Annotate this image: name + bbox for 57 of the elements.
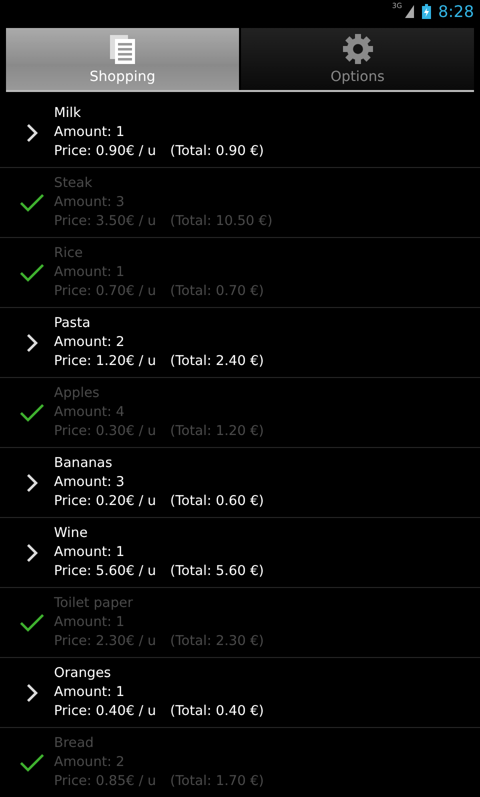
item-total: (Total: 0.60 €) bbox=[170, 492, 264, 511]
item-amount: Amount: 1 bbox=[54, 543, 126, 562]
item-price: Price: 0.40€ / u bbox=[54, 702, 156, 721]
tab[interactable]: Shopping bbox=[6, 28, 239, 90]
item-price: Price: 0.90€ / u bbox=[54, 142, 156, 161]
item-name: Steak bbox=[54, 174, 94, 193]
item-amount: Amount: 1 bbox=[54, 683, 126, 702]
checkmark-icon bbox=[19, 752, 45, 772]
item-price: Price: 0.30€ / u bbox=[54, 422, 156, 441]
item-total: (Total: 10.50 €) bbox=[170, 212, 273, 231]
chevron-right-icon[interactable] bbox=[26, 682, 38, 702]
item-name: Oranges bbox=[54, 664, 112, 683]
item-price: Price: 1.20€ / u bbox=[54, 352, 156, 371]
checkmark-icon bbox=[19, 402, 45, 422]
item-total: (Total: 1.70 €) bbox=[170, 772, 264, 791]
item-amount: Amount: 3 bbox=[54, 193, 126, 212]
chevron-right-icon[interactable] bbox=[26, 332, 38, 352]
item-total: (Total: 0.90 €) bbox=[170, 142, 264, 161]
item-name: Bread bbox=[54, 734, 95, 753]
item-total: (Total: 2.30 €) bbox=[170, 632, 264, 651]
item-name: Pasta bbox=[54, 314, 92, 333]
item-price: Price: 3.50€ / u bbox=[54, 212, 156, 231]
item-price: Price: 0.85€ / u bbox=[54, 772, 156, 791]
checkmark-icon bbox=[19, 612, 45, 632]
item-name: Wine bbox=[54, 524, 89, 543]
item-total: (Total: 0.40 €) bbox=[170, 702, 264, 721]
battery-charging-icon bbox=[422, 4, 432, 18]
item-name: Apples bbox=[54, 384, 100, 403]
chevron-right-icon[interactable] bbox=[26, 122, 38, 142]
item-total: (Total: 1.20 €) bbox=[170, 422, 264, 441]
item-amount: Amount: 1 bbox=[54, 263, 126, 282]
item-name: Bananas bbox=[54, 454, 114, 473]
item-total: (Total: 2.40 €) bbox=[170, 352, 264, 371]
clock-time: 8:28 bbox=[438, 2, 474, 20]
item-price: Price: 5.60€ / u bbox=[54, 562, 156, 581]
item-price: Price: 2.30€ / u bbox=[54, 632, 156, 651]
item-amount: Amount: 2 bbox=[54, 753, 126, 772]
item-amount: Amount: 4 bbox=[54, 403, 126, 422]
chevron-right-icon[interactable] bbox=[26, 472, 38, 492]
document-list-icon bbox=[108, 33, 138, 65]
item-total: (Total: 0.70 €) bbox=[170, 282, 264, 301]
item-price: Price: 0.70€ / u bbox=[54, 282, 156, 301]
item-amount: Amount: 2 bbox=[54, 333, 126, 352]
item-name: Toilet paper bbox=[54, 594, 134, 613]
item-amount: Amount: 1 bbox=[54, 613, 126, 632]
item-name: Milk bbox=[54, 104, 82, 123]
item-price: Price: 0.20€ / u bbox=[54, 492, 156, 511]
item-name: Rice bbox=[54, 244, 84, 263]
item-amount: Amount: 1 bbox=[54, 123, 126, 142]
checkmark-icon bbox=[19, 262, 45, 282]
settings-icon bbox=[342, 33, 374, 65]
chevron-right-icon[interactable] bbox=[26, 542, 38, 562]
signal-icon bbox=[405, 4, 414, 18]
item-total: (Total: 5.60 €) bbox=[170, 562, 264, 581]
item-amount: Amount: 3 bbox=[54, 473, 126, 492]
checkmark-icon bbox=[19, 192, 45, 212]
tab[interactable]: Options bbox=[241, 28, 474, 90]
